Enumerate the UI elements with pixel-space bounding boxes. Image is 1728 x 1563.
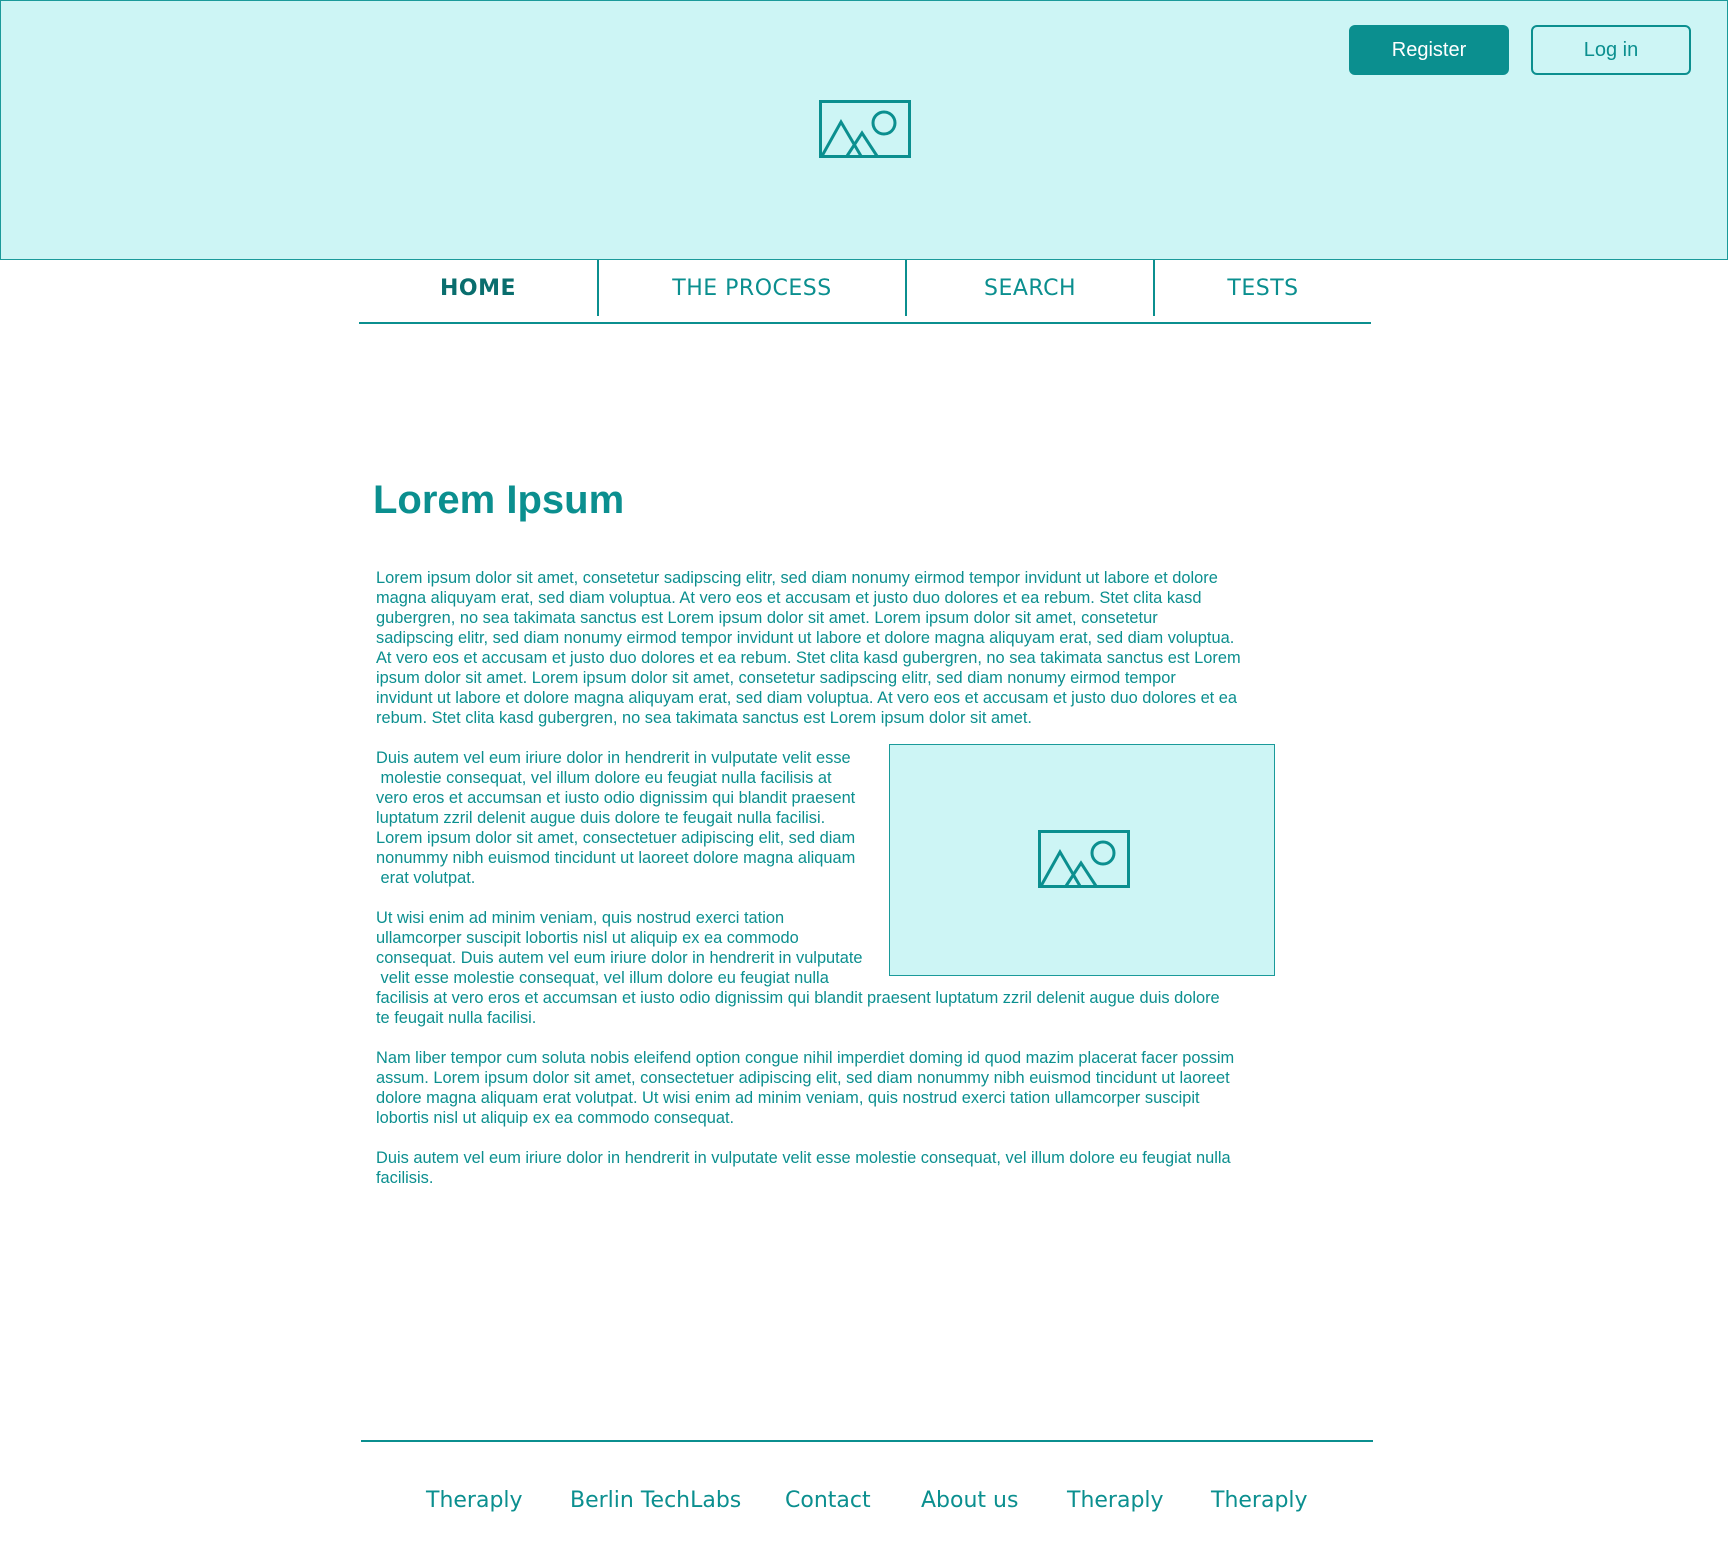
main-nav: HOME THE PROCESS SEARCH TESTS bbox=[359, 260, 1371, 324]
footer-divider bbox=[361, 1440, 1373, 1442]
footer-link-theraply[interactable]: Theraply bbox=[1211, 1488, 1308, 1513]
page-title: Lorem Ipsum bbox=[373, 478, 625, 522]
nav-the-process[interactable]: THE PROCESS bbox=[599, 260, 905, 316]
body-paragraph-5: Duis autem vel eum iriure dolor in hendr… bbox=[376, 1149, 1231, 1187]
footer-link-about-us[interactable]: About us bbox=[921, 1488, 1018, 1513]
body-paragraph-1: Lorem ipsum dolor sit amet, consetetur s… bbox=[376, 569, 1241, 727]
image-placeholder-icon bbox=[819, 100, 911, 158]
body-paragraph-4: Nam liber tempor cum soluta nobis eleife… bbox=[376, 1049, 1235, 1127]
nav-home[interactable]: HOME bbox=[359, 260, 597, 316]
footer-link-berlin-techlabs[interactable]: Berlin TechLabs bbox=[570, 1488, 741, 1513]
footer-link-theraply[interactable]: Theraply bbox=[1067, 1488, 1164, 1513]
footer-link-contact[interactable]: Contact bbox=[785, 1488, 871, 1513]
footer-link-theraply[interactable]: Theraply bbox=[426, 1488, 523, 1513]
body-paragraph-2: Duis autem vel eum iriure dolor in hendr… bbox=[376, 749, 856, 887]
content-image bbox=[889, 744, 1275, 976]
login-button[interactable]: Log in bbox=[1531, 25, 1691, 75]
image-placeholder-icon bbox=[1038, 830, 1130, 888]
register-button[interactable]: Register bbox=[1349, 25, 1509, 75]
header: Register Log in bbox=[0, 0, 1728, 260]
nav-search[interactable]: SEARCH bbox=[907, 260, 1153, 316]
nav-tests[interactable]: TESTS bbox=[1155, 260, 1371, 316]
